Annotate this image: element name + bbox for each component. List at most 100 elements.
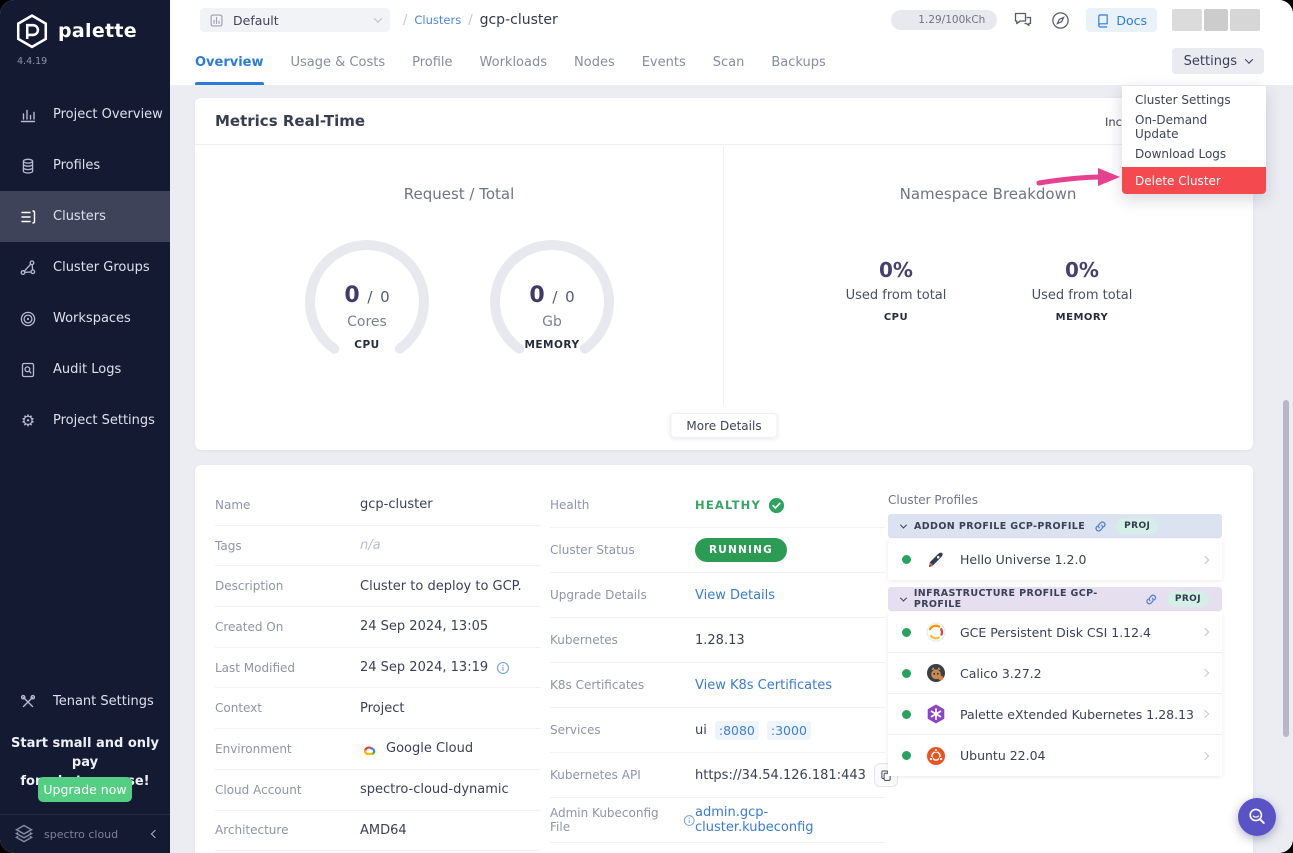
settings-button[interactable]: Settings [1172, 48, 1264, 74]
sidebar: palette 4.4.19 Project Overview Profiles… [0, 0, 170, 853]
chevron-right-icon [1201, 628, 1209, 636]
tab-nodes[interactable]: Nodes [574, 40, 615, 85]
detail-row-kubernetes-api: Kubernetes API https://34.54.126.181:443 [550, 753, 885, 798]
search-help-widget-button[interactable] [1238, 798, 1276, 836]
tab-overview[interactable]: Overview [195, 40, 264, 85]
sidebar-item-cluster-groups[interactable]: Cluster Groups [0, 242, 170, 293]
upgrade-now-button[interactable]: Upgrade now [38, 777, 132, 802]
detail-row-architecture: ArchitectureAMD64 [215, 811, 540, 852]
memory-total-value: 0 [565, 288, 575, 306]
user-account-redacted[interactable] [1172, 9, 1260, 31]
sidebar-item-clusters[interactable]: Clusters [0, 191, 170, 242]
tab-events[interactable]: Events [642, 40, 686, 85]
infrastructure-profile-section-header[interactable]: INFRASTRUCTURE PROFILE GCP-PROFILE PROJ [888, 587, 1222, 611]
sidebar-item-label: Tenant Settings [53, 694, 154, 709]
sidebar-footer: spectro cloud [0, 814, 170, 853]
namespace-memory-percent: 0% [1002, 258, 1162, 282]
cluster-profiles-title: Cluster Profiles [888, 493, 1222, 507]
sidebar-item-workspaces[interactable]: Workspaces [0, 293, 170, 344]
menu-item-delete-cluster[interactable]: Delete Cluster [1122, 167, 1266, 194]
service-port-link[interactable]: :3000 [767, 721, 811, 740]
namespace-cpu-stat: 0% Used from total CPU [816, 258, 976, 323]
sidebar-item-audit-logs[interactable]: Audit Logs [0, 344, 170, 395]
collapse-sidebar-icon[interactable] [151, 830, 159, 838]
cpu-gauge: 0 / 0 Cores CPU [302, 237, 432, 367]
bar-chart-icon [19, 106, 37, 124]
status-dot-green [902, 710, 911, 719]
tab-workloads[interactable]: Workloads [480, 40, 547, 85]
chevron-down-icon [900, 594, 907, 601]
service-port-link[interactable]: :8080 [715, 721, 759, 740]
sidebar-item-label: Audit Logs [53, 362, 121, 377]
menu-item-on-demand-update[interactable]: On-Demand Update [1122, 113, 1266, 140]
sidebar-item-tenant-settings[interactable]: Tenant Settings [0, 676, 170, 727]
vertical-scrollbar[interactable] [1283, 400, 1289, 737]
running-status-badge: RUNNING [695, 538, 787, 562]
main-area: Default / Clusters / gcp-cluster 1.29/10… [170, 0, 1293, 853]
sidebar-item-project-overview[interactable]: Project Overview [0, 89, 170, 140]
breadcrumb-link-clusters[interactable]: Clusters [414, 13, 461, 27]
tab-backups[interactable]: Backups [771, 40, 825, 85]
sidebar-item-label: Project Settings [53, 413, 155, 428]
tab-profile[interactable]: Profile [412, 40, 452, 85]
detail-row-upgrade-details: Upgrade Details View Details [550, 573, 885, 618]
metrics-realtime-card: Metrics Real-Time Incl Request / Total N… [195, 98, 1253, 450]
chevron-right-icon [1201, 669, 1209, 677]
detail-row-kubernetes: Kubernetes 1.28.13 [550, 618, 885, 663]
app-version: 4.4.19 [17, 56, 47, 67]
topbar-right: 1.29/100kCh Docs [891, 0, 1260, 40]
link-icon[interactable] [1093, 519, 1108, 534]
profile-row-gce-disk[interactable]: GCE Persistent Disk CSI 1.12.4 [888, 612, 1222, 653]
detail-row-cloud-account: Cloud Accountspectro-cloud-dynamic [215, 770, 540, 811]
breadcrumb: / Clusters / gcp-cluster [403, 0, 558, 40]
cluster-list-icon [19, 208, 37, 226]
proj-scope-badge: PROJ [1167, 591, 1209, 607]
detail-row-k8s-certificates: K8s Certificates View K8s Certificates [550, 663, 885, 708]
detail-row-health: Health HEALTHY [550, 483, 885, 528]
compass-tour-icon[interactable] [1049, 9, 1071, 31]
sidebar-nav: Project Overview Profiles Clusters Clust… [0, 89, 170, 446]
profile-row-ubuntu[interactable]: Ubuntu 22.04 [888, 735, 1222, 776]
chart-box-icon [209, 13, 224, 28]
kubeconfig-download-link[interactable]: admin.gcp-cluster.kubeconfig [695, 805, 885, 835]
view-details-link[interactable]: View Details [695, 588, 775, 603]
docs-button[interactable]: Docs [1086, 8, 1157, 32]
chevron-down-icon [900, 521, 907, 528]
sidebar-item-label: Profiles [53, 158, 100, 173]
target-circles-icon [19, 310, 37, 328]
chevron-down-icon [1245, 55, 1253, 63]
link-icon[interactable] [1144, 592, 1158, 607]
status-dot-green [902, 751, 911, 760]
sidebar-item-profiles[interactable]: Profiles [0, 140, 170, 191]
status-dot-green [902, 628, 911, 637]
profile-row-hello-universe[interactable]: Hello Universe 1.2.0 [888, 539, 1222, 580]
tab-scan[interactable]: Scan [713, 40, 745, 85]
detail-row-created-on: Created On24 Sep 2024, 13:05 [215, 607, 540, 648]
top-bar: Default / Clusters / gcp-cluster 1.29/10… [170, 0, 1293, 40]
docs-label: Docs [1116, 13, 1147, 28]
addon-profile-section-header[interactable]: ADDON PROFILE GCP-PROFILE PROJ [888, 514, 1222, 538]
feedback-chat-icon[interactable] [1012, 9, 1034, 31]
app-window: palette 4.4.19 Project Overview Profiles… [0, 0, 1293, 853]
calico-icon [925, 662, 947, 684]
menu-item-cluster-settings[interactable]: Cluster Settings [1122, 86, 1266, 113]
google-cloud-icon [360, 741, 378, 756]
sidebar-item-label: Workspaces [53, 311, 131, 326]
tab-usage-costs[interactable]: Usage & Costs [291, 40, 386, 85]
cluster-tabs: Overview Usage & Costs Profile Workloads… [195, 40, 826, 85]
sidebar-item-label: Cluster Groups [53, 260, 150, 275]
info-icon[interactable] [496, 661, 510, 675]
profile-row-calico[interactable]: Calico 3.27.2 [888, 653, 1222, 694]
menu-item-download-logs[interactable]: Download Logs [1122, 140, 1266, 167]
detail-row-name: Namegcp-cluster [215, 485, 540, 526]
profile-row-palette-kubernetes[interactable]: Palette eXtended Kubernetes 1.28.13 [888, 694, 1222, 735]
infrastructure-profile-list: GCE Persistent Disk CSI 1.12.4 Calico 3.… [888, 612, 1222, 776]
view-k8s-certificates-link[interactable]: View K8s Certificates [695, 678, 832, 693]
app-name: palette [58, 20, 137, 42]
info-icon[interactable] [683, 814, 695, 827]
usage-credits-pill: 1.29/100kCh [891, 10, 997, 30]
sidebar-item-project-settings[interactable]: ⚙ Project Settings [0, 395, 170, 446]
project-selector[interactable]: Default [200, 8, 390, 32]
more-details-button[interactable]: More Details [670, 413, 777, 438]
pxk-hexagon-icon [925, 703, 947, 725]
